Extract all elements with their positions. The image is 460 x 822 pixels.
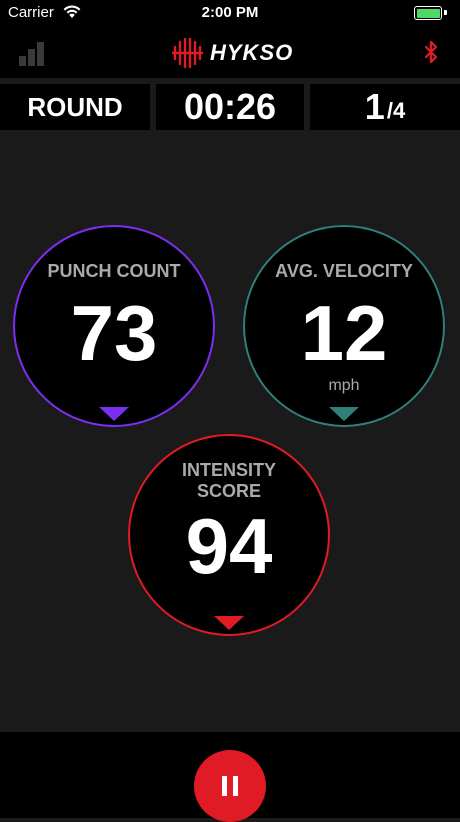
avg-velocity-circle[interactable]: AVG. VELOCITY 12 mph [243, 225, 445, 427]
pause-icon [222, 776, 238, 796]
round-timer: 00:26 [156, 84, 304, 130]
round-counter: 1/4 [310, 84, 460, 130]
round-label-text: ROUND [27, 91, 123, 122]
intensity-label-line2: SCORE [196, 481, 261, 501]
punch-count-toggle-icon [99, 407, 129, 421]
bar-chart-icon[interactable] [18, 40, 46, 66]
hykso-logo-icon [171, 37, 204, 69]
avg-velocity-unit: mph [328, 377, 360, 394]
intensity-score-circle[interactable]: INTENSITY SCORE 94 [128, 434, 330, 636]
battery-tip [444, 10, 447, 15]
intensity-score-toggle-icon [214, 616, 244, 630]
round-label: ROUND [0, 84, 150, 130]
nav-bar: HYKSO [0, 28, 460, 78]
punch-count-label: PUNCH COUNT [47, 261, 181, 281]
avg-velocity-value: 12 [300, 289, 388, 377]
intensity-label-line1: INTENSITY [181, 460, 276, 480]
status-time: 2:00 PM [201, 4, 259, 21]
status-bar: Carrier 2:00 PM [0, 0, 460, 28]
intensity-score-value: 94 [185, 502, 273, 590]
intensity-score-label: INTENSITY SCORE [130, 460, 328, 502]
avg-velocity-label: AVG. VELOCITY [275, 261, 413, 281]
battery-icon [414, 6, 442, 20]
round-current: 1 [364, 86, 385, 127]
bluetooth-icon[interactable] [424, 40, 438, 64]
brand-logo: HYKSO [170, 37, 293, 69]
avg-velocity-toggle-icon [329, 407, 359, 421]
punch-count-value: 73 [70, 289, 158, 377]
brand-name: HYKSO [210, 40, 294, 65]
timer-text: 00:26 [183, 86, 277, 127]
pause-button[interactable] [194, 750, 266, 822]
bottom-control-bar [0, 732, 460, 822]
round-total: /4 [386, 98, 406, 123]
round-info-bar: ROUND 00:26 1/4 [0, 84, 460, 130]
punch-count-circle[interactable]: PUNCH COUNT 73 [13, 225, 215, 427]
